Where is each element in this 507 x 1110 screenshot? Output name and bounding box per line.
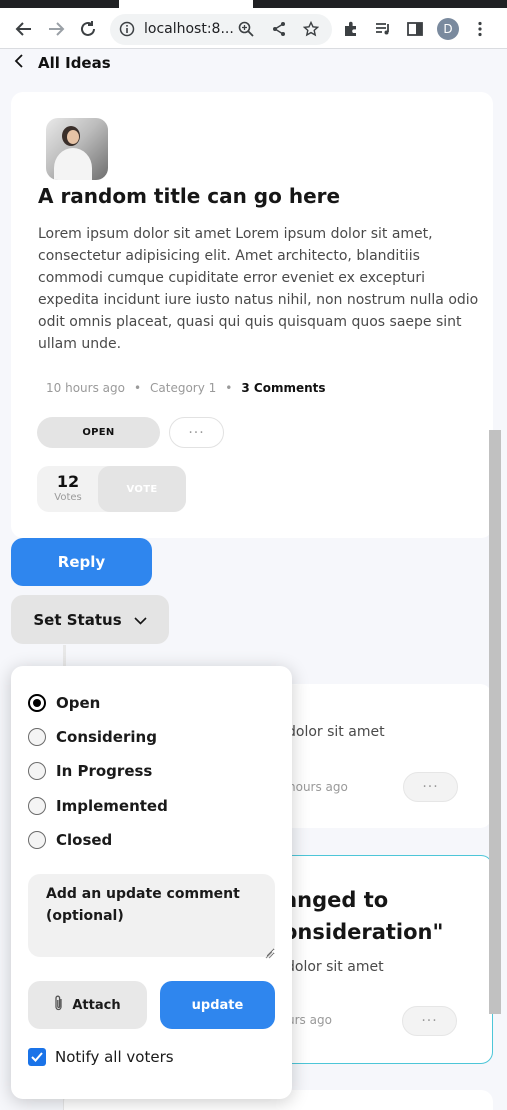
radio-button[interactable] [28, 694, 46, 712]
update-button[interactable]: update [160, 981, 275, 1029]
back-to-ideas-link[interactable]: All Ideas [14, 52, 111, 74]
idea-time: 10 hours ago [46, 381, 125, 395]
paperclip-icon [54, 994, 64, 1016]
back-link-label: All Ideas [38, 54, 111, 72]
comment-time: hours ago [288, 780, 348, 794]
browser-toolbar: localhost:8... D [0, 0, 507, 49]
media-queue-icon[interactable] [372, 18, 394, 40]
idea-card: A random title can go here Lorem ipsum d… [11, 92, 493, 538]
active-tab[interactable] [119, 0, 253, 8]
status-option-considering[interactable]: Considering [28, 726, 157, 748]
url-text[interactable]: localhost:8... [144, 21, 234, 37]
notify-checkbox[interactable] [28, 1048, 46, 1066]
idea-comments-count[interactable]: 3 Comments [241, 381, 325, 395]
reply-button[interactable]: Reply [11, 538, 152, 586]
notify-label: Notify all voters [55, 1048, 174, 1066]
site-info-icon[interactable] [119, 21, 135, 41]
vote-button[interactable]: VOTE [98, 466, 186, 512]
status-option-closed[interactable]: Closed [28, 829, 112, 851]
status-title-line: onsideration" [283, 920, 444, 944]
comment-more-button[interactable]: ··· [402, 1006, 457, 1036]
extensions-icon[interactable] [340, 18, 362, 40]
status-option-label: Closed [56, 831, 113, 849]
set-status-dropdown: Open Considering In Progress Implemented… [11, 666, 292, 1099]
idea-category: Category 1 [150, 381, 217, 395]
attach-button[interactable]: Attach [28, 981, 147, 1029]
status-option-label: Implemented [56, 797, 168, 815]
radio-button[interactable] [28, 762, 46, 780]
vote-box: 12 Votes VOTE [37, 466, 186, 512]
comment-text: dolor sit amet [286, 959, 384, 975]
scrollbar-thumb[interactable] [489, 430, 501, 1014]
reload-icon[interactable] [77, 18, 99, 40]
resize-handle-icon[interactable] [263, 944, 273, 959]
tab-strip [0, 0, 507, 8]
notify-voters-option[interactable]: Notify all voters [28, 1046, 174, 1068]
status-option-implemented[interactable]: Implemented [28, 795, 168, 817]
update-comment-textarea[interactable] [28, 874, 275, 957]
status-title-line: anged to [283, 888, 389, 912]
status-option-label: In Progress [56, 762, 153, 780]
radio-button[interactable] [28, 728, 46, 746]
share-icon[interactable] [271, 21, 287, 41]
radio-button[interactable] [28, 797, 46, 815]
comment-text: dolor sit amet [287, 724, 385, 740]
status-option-in-progress[interactable]: In Progress [28, 760, 152, 782]
status-change-title: anged to onsideration" [283, 884, 443, 948]
side-panel-icon[interactable] [404, 18, 426, 40]
comment-time: urs ago [287, 1013, 332, 1027]
chevron-left-icon [14, 54, 24, 72]
idea-title: A random title can go here [38, 184, 341, 208]
meta-separator: • [225, 381, 233, 395]
comment-more-button[interactable]: ··· [403, 772, 458, 802]
forward-arrow-icon[interactable] [45, 18, 67, 40]
back-arrow-icon[interactable] [13, 18, 35, 40]
author-avatar[interactable] [46, 118, 108, 180]
idea-meta: 10 hours ago • Category 1 • 3 Comments [46, 381, 326, 395]
meta-separator: • [133, 381, 142, 395]
idea-more-button[interactable]: ··· [169, 417, 224, 448]
status-badge: OPEN [37, 417, 160, 448]
idea-description: Lorem ipsum dolor sit amet Lorem ipsum d… [38, 226, 479, 352]
set-status-label: Set Status [33, 610, 122, 629]
attach-label: Attach [72, 997, 121, 1013]
zoom-icon[interactable] [238, 21, 254, 41]
address-bar[interactable]: localhost:8... [110, 14, 332, 45]
status-option-label: Open [56, 694, 101, 712]
vote-count: 12 [56, 472, 80, 491]
status-option-label: Considering [56, 728, 157, 746]
status-option-open[interactable]: Open [28, 692, 100, 714]
chevron-down-icon [134, 611, 147, 629]
set-status-button[interactable]: Set Status [11, 595, 169, 644]
menu-icon[interactable] [469, 18, 491, 40]
vote-label: Votes [54, 492, 82, 503]
radio-button[interactable] [28, 831, 46, 849]
bookmark-star-icon[interactable] [302, 20, 320, 41]
profile-avatar[interactable]: D [437, 18, 459, 40]
